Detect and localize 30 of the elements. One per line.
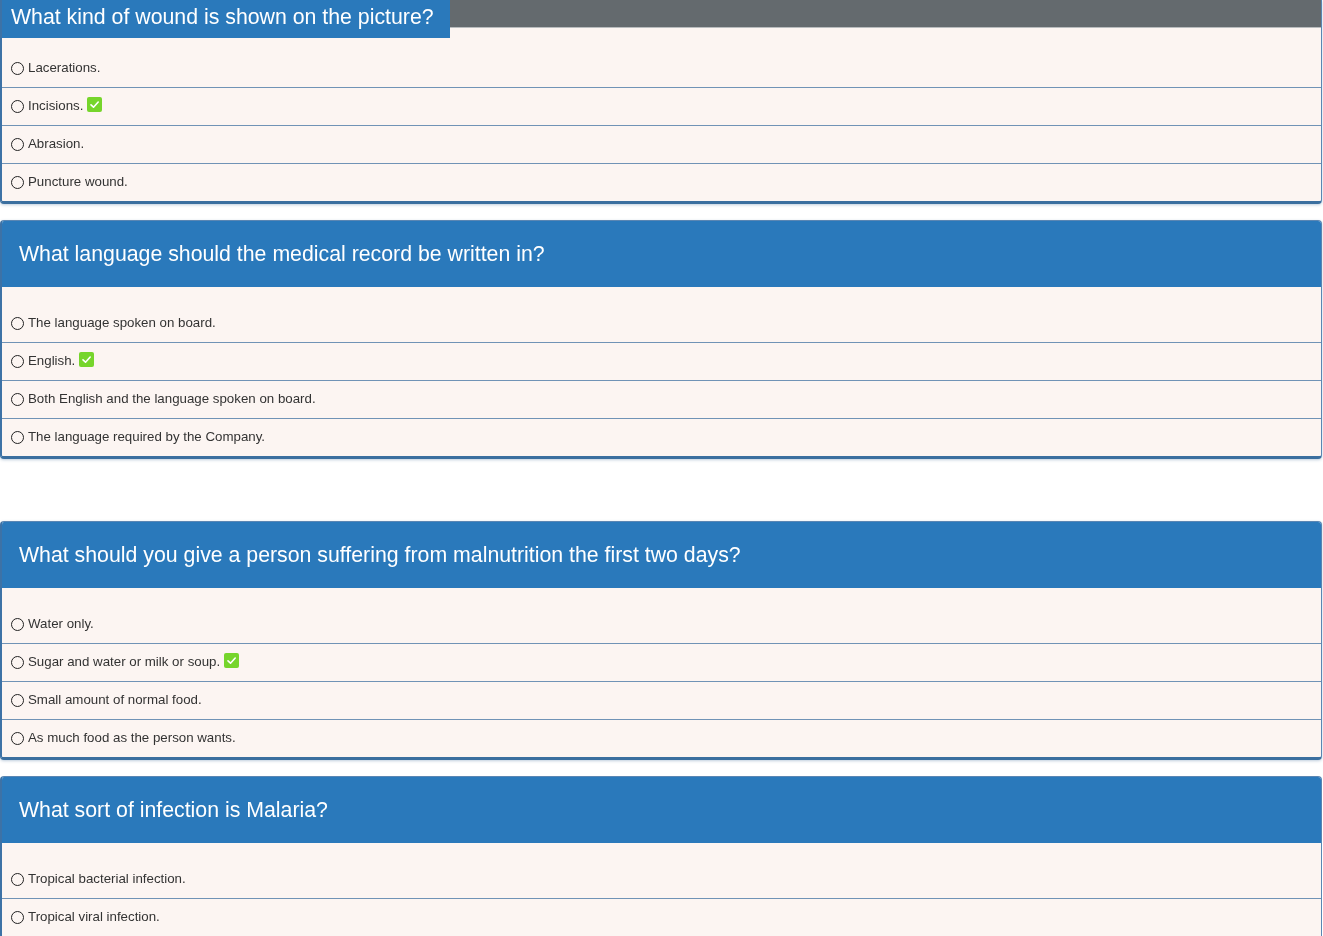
answer-row[interactable]: Water only. — [2, 588, 1321, 643]
question-title: What should you give a person suffering from malnutrition the first two days? — [19, 543, 741, 567]
answer-label[interactable]: The language spoken on board. — [28, 314, 216, 332]
answer-row[interactable]: The language required by the Company. — [2, 418, 1321, 456]
answer-label[interactable]: Both English and the language spoken on board. — [28, 390, 316, 408]
answer-row[interactable]: Small amount of normal food. — [2, 681, 1321, 719]
answer-row[interactable]: Puncture wound. — [2, 163, 1321, 201]
answer-label[interactable]: Incisions. — [28, 97, 84, 115]
answer-row[interactable]: Incisions. — [2, 87, 1321, 125]
question-title: What language should the medical record be written in? — [19, 242, 545, 266]
answer-row[interactable]: The language spoken on board. — [2, 287, 1321, 342]
answer-row[interactable]: English. — [2, 342, 1321, 380]
answer-label[interactable]: As much food as the person wants. — [28, 729, 236, 747]
answer-row[interactable]: Sugar and water or milk or soup. — [2, 643, 1321, 681]
answer-label[interactable]: Sugar and water or milk or soup. — [28, 653, 221, 671]
answer-row[interactable]: As much food as the person wants. — [2, 719, 1321, 757]
answer-label[interactable]: Water only. — [28, 615, 94, 633]
question-title: What kind of wound is shown on the picture? — [2, 0, 450, 38]
answer-row[interactable]: Both English and the language spoken on board. — [2, 380, 1321, 418]
answer-label[interactable]: Abrasion. — [28, 135, 85, 153]
answer-label[interactable]: Tropical viral infection. — [28, 908, 160, 926]
answer-row[interactable]: Abrasion. — [2, 125, 1321, 163]
question-title: What sort of infection is Malaria? — [19, 798, 328, 822]
answer-row[interactable]: Lacerations. — [2, 38, 1321, 87]
answer-label[interactable]: Small amount of normal food. — [28, 691, 202, 709]
answer-label[interactable]: Puncture wound. — [28, 173, 128, 191]
answer-label[interactable]: The language required by the Company. — [28, 428, 266, 446]
answer-label[interactable]: Tropical bacterial infection. — [28, 870, 186, 888]
answer-label[interactable]: Lacerations. — [28, 59, 101, 77]
answer-label[interactable]: English. — [28, 352, 76, 370]
